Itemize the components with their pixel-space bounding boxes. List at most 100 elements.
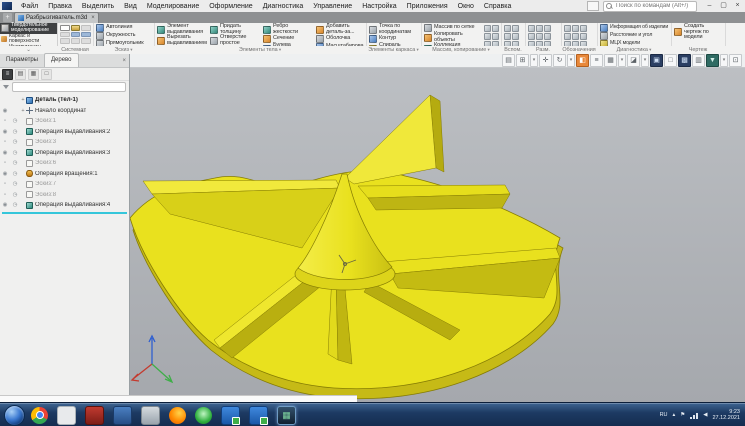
annotation-tool-icon[interactable] bbox=[572, 25, 579, 32]
properties-icon[interactable] bbox=[81, 38, 91, 44]
tree-item-sketch[interactable]: ▫◷ Эскиз:7 bbox=[0, 179, 129, 190]
aux-tool-icon[interactable] bbox=[504, 33, 511, 40]
tree-item-sketch[interactable]: ▫◷ Эскиз:8 bbox=[0, 190, 129, 201]
tree-structure-icon[interactable]: ≡ bbox=[2, 69, 13, 80]
new-tab-button[interactable]: + bbox=[3, 13, 12, 22]
group-label-frame[interactable]: Элементы каркаса bbox=[366, 47, 421, 53]
start-button[interactable] bbox=[4, 405, 25, 426]
display-dropdown-icon[interactable]: ▾ bbox=[618, 54, 626, 67]
orientation-icon[interactable]: ◧ bbox=[576, 54, 589, 67]
visibility-icon[interactable]: ◉ bbox=[0, 171, 10, 177]
insert-part-button[interactable]: Добавить деталь-за... bbox=[315, 24, 368, 35]
paste-icon[interactable] bbox=[71, 38, 81, 44]
aux-tool-icon[interactable] bbox=[512, 33, 519, 40]
visibility-icon[interactable]: ▫ bbox=[0, 192, 10, 198]
filter-objects-icon[interactable]: ▼ bbox=[706, 54, 719, 67]
tree-layers-icon[interactable]: ▤ bbox=[15, 69, 26, 80]
print-icon[interactable] bbox=[81, 32, 91, 38]
menu-layout[interactable]: Оформление bbox=[204, 3, 257, 10]
save-icon[interactable] bbox=[81, 25, 91, 31]
mode-wireframe-surfaces[interactable]: Каркас и поверхности bbox=[0, 34, 57, 45]
tree-item-revolve[interactable]: ◉◷ Операция вращения:1 bbox=[0, 169, 129, 180]
group-label-array[interactable]: Массив, копирование bbox=[421, 47, 501, 53]
taskbar-clock[interactable]: 9:23 27.12.2021 bbox=[712, 409, 740, 421]
refresh-icon[interactable]: ≡ bbox=[590, 54, 603, 67]
section-view-icon[interactable]: ◪ bbox=[627, 54, 640, 67]
group-label-aux[interactable]: Вспом. bbox=[501, 47, 525, 53]
menu-diagnostics[interactable]: Диагностика bbox=[258, 3, 309, 10]
rib-button[interactable]: Ребро жесткости bbox=[262, 24, 315, 35]
close-button[interactable]: × bbox=[731, 1, 744, 11]
tree-item-part[interactable]: Деталь (Тел-1) bbox=[0, 95, 129, 106]
chrome-icon[interactable] bbox=[31, 407, 48, 424]
visibility-icon[interactable]: ◉ bbox=[0, 150, 10, 156]
extra-tools-icon[interactable]: ⊡ bbox=[729, 54, 742, 67]
menu-view[interactable]: Вид bbox=[119, 3, 142, 10]
history-icon[interactable]: ◷ bbox=[10, 202, 20, 208]
fin-upper-right[interactable] bbox=[358, 185, 510, 210]
point-by-coords-button[interactable]: Точка по координатам bbox=[368, 24, 420, 35]
blue-app-icon[interactable] bbox=[113, 406, 132, 425]
green-app-icon[interactable] bbox=[195, 407, 212, 424]
aux-tool-icon[interactable] bbox=[512, 25, 519, 32]
visibility-icon[interactable]: ▫ bbox=[0, 139, 10, 145]
perspective-icon[interactable]: ▥ bbox=[692, 54, 705, 67]
array-tool-icon[interactable] bbox=[492, 33, 499, 40]
visibility-icon[interactable]: ▫ bbox=[0, 160, 10, 166]
tree-item-extrude[interactable]: ◉◷ Операция выдавливания:2 bbox=[0, 127, 129, 138]
fin-top[interactable] bbox=[345, 95, 444, 184]
visibility-icon[interactable]: ◉ bbox=[0, 202, 10, 208]
group-label-sketch[interactable]: Эскиз bbox=[93, 47, 154, 53]
shaded-edges-icon[interactable]: ▩ bbox=[678, 54, 691, 67]
tree-item-sketch[interactable]: ▫◷ Эскиз:1 bbox=[0, 116, 129, 127]
group-label-annot[interactable]: Обозначения bbox=[561, 47, 597, 53]
explorer-icon[interactable] bbox=[57, 406, 76, 425]
group-label-body[interactable]: Элементы тела bbox=[154, 47, 366, 53]
3d-viewport[interactable] bbox=[130, 68, 745, 402]
history-icon[interactable]: ◷ bbox=[10, 129, 20, 135]
visibility-icon[interactable]: ▫ bbox=[0, 118, 10, 124]
history-icon[interactable]: ◷ bbox=[10, 118, 20, 124]
history-icon[interactable]: ◷ bbox=[10, 139, 20, 145]
tree-item-sketch[interactable]: ▫◷ Эскиз:6 bbox=[0, 158, 129, 169]
visibility-icon[interactable]: ▫ bbox=[0, 181, 10, 187]
tab-parameters[interactable]: Параметры bbox=[0, 54, 44, 67]
annotation-tool-icon[interactable] bbox=[564, 33, 571, 40]
undo-icon[interactable] bbox=[60, 32, 70, 38]
minimize-button[interactable]: – bbox=[703, 1, 716, 11]
menu-modeling[interactable]: Моделирование bbox=[142, 3, 204, 10]
menu-settings[interactable]: Настройка bbox=[357, 3, 401, 10]
language-indicator[interactable]: RU bbox=[660, 412, 668, 418]
hide-objects-icon[interactable]: ▣ bbox=[650, 54, 663, 67]
group-label-dims[interactable]: Разм. bbox=[525, 47, 561, 53]
menu-file[interactable]: Файл bbox=[16, 3, 43, 10]
aux-tool-icon[interactable] bbox=[504, 25, 511, 32]
cut-extrude-button[interactable]: Вырезать выдавливанием bbox=[156, 35, 209, 46]
menu-select[interactable]: Выделить bbox=[77, 3, 119, 10]
kompas-3d-icon[interactable] bbox=[221, 406, 240, 425]
circle-button[interactable]: Окружность bbox=[95, 32, 153, 40]
tree-relations-icon[interactable]: ▦ bbox=[28, 69, 39, 80]
array-tool-icon[interactable] bbox=[484, 33, 491, 40]
menu-edit[interactable]: Правка bbox=[43, 3, 77, 10]
utility-app-icon[interactable] bbox=[141, 406, 160, 425]
panel-close-icon[interactable]: × bbox=[122, 56, 126, 67]
shell-button[interactable]: Оболочка bbox=[315, 35, 368, 43]
history-icon[interactable]: ◷ bbox=[10, 171, 20, 177]
menu-applications[interactable]: Приложения bbox=[402, 3, 453, 10]
active-app-icon[interactable]: ▦ bbox=[277, 406, 296, 425]
action-center-icon[interactable]: ⚑ bbox=[680, 412, 685, 418]
autoline-button[interactable]: Автолиния bbox=[95, 24, 153, 32]
clipboard-icon[interactable]: ▤ bbox=[502, 54, 515, 67]
open-document-icon[interactable] bbox=[71, 25, 81, 31]
tray-expand-icon[interactable]: ▴ bbox=[673, 412, 676, 418]
build-pointer-line[interactable] bbox=[2, 212, 127, 214]
command-search[interactable] bbox=[603, 1, 697, 12]
dimension-tool-icon[interactable] bbox=[544, 33, 551, 40]
redo-icon[interactable] bbox=[71, 32, 81, 38]
simple-hole-button[interactable]: Отверстие простое bbox=[209, 35, 262, 46]
ribbon-collapse-icon[interactable] bbox=[587, 1, 599, 11]
menu-window[interactable]: Окно bbox=[453, 3, 479, 10]
kompas-3d-icon[interactable] bbox=[249, 406, 268, 425]
tree-item-sketch[interactable]: ▫◷ Эскиз:3 bbox=[0, 137, 129, 148]
